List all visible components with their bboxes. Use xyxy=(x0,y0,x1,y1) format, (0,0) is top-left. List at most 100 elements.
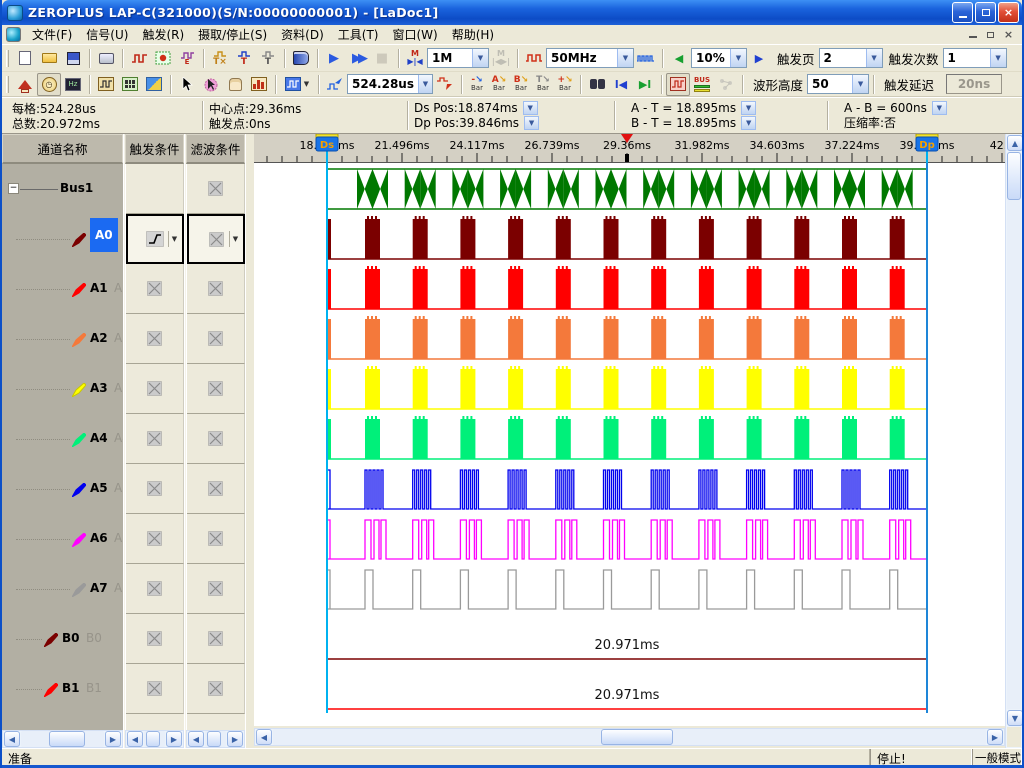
find-button[interactable] xyxy=(585,73,609,96)
channel-row-A2[interactable]: A2A2 xyxy=(2,314,123,364)
tree-collapse-icon[interactable]: − xyxy=(8,183,19,194)
single-acquisition-button[interactable]: ▶ xyxy=(322,47,346,70)
trigger-column-scrollbar[interactable]: ◀ ▶ xyxy=(125,730,184,748)
trigger-mark-button[interactable]: T× xyxy=(208,47,232,70)
channel-label[interactable]: B1 xyxy=(62,681,80,695)
mdi-restore-button[interactable] xyxy=(983,28,998,41)
next-transition-button[interactable]: ▶l xyxy=(633,73,657,96)
ds-pos-dropdown[interactable]: ▼ xyxy=(523,101,538,115)
goto-b-bar-button[interactable]: B↘Bar xyxy=(510,73,532,95)
trigger-cell-Bus1[interactable] xyxy=(126,164,184,214)
scrollbar-thumb[interactable] xyxy=(1007,152,1021,200)
mdi-close-button[interactable]: × xyxy=(1001,28,1016,41)
menu-item-7[interactable]: 帮助(H) xyxy=(445,24,501,45)
trigger-position-combo[interactable]: 10%▼ xyxy=(691,48,747,68)
node-view-button[interactable] xyxy=(714,73,738,96)
scrollbar-thumb[interactable] xyxy=(207,731,221,747)
bar-measure-button[interactable] xyxy=(247,73,271,96)
menu-item-4[interactable]: 资料(D) xyxy=(274,24,331,45)
listing-window-button[interactable] xyxy=(118,73,142,96)
scroll-up-icon[interactable]: ▲ xyxy=(1007,135,1022,151)
channel-row-A5[interactable]: A5A5 xyxy=(2,464,123,514)
waveform-vscrollbar[interactable]: ▲ ▼ xyxy=(1005,134,1022,748)
scroll-left-icon[interactable]: ◀ xyxy=(127,731,143,747)
zoom-mode-dropdown[interactable]: ▼ xyxy=(280,73,314,96)
trigger-pos-left-button[interactable]: ◀ xyxy=(667,47,691,70)
zoom-out-wave-button[interactable] xyxy=(433,73,457,96)
filter-cell-A0[interactable]: ▼ xyxy=(187,214,245,264)
mdi-minimize-button[interactable] xyxy=(965,28,980,41)
print-button[interactable] xyxy=(94,47,118,70)
channel-label[interactable]: A0 xyxy=(90,218,118,252)
navigator-button[interactable] xyxy=(142,73,166,96)
filter-cell-Bus1[interactable] xyxy=(187,164,245,214)
scroll-right-icon[interactable]: ▶ xyxy=(166,731,182,747)
filter-cell-B1[interactable] xyxy=(187,664,245,714)
memory-next-button[interactable]: M|◀▶| xyxy=(489,47,513,70)
timing-mode-button[interactable] xyxy=(666,73,690,96)
channel-label[interactable]: A7 xyxy=(90,581,108,595)
trigger-cell-A6[interactable] xyxy=(126,514,184,564)
filter-cell-A3[interactable] xyxy=(187,364,245,414)
bus-mode-button[interactable]: BUS xyxy=(690,73,714,96)
trigger-cell-A3[interactable] xyxy=(126,364,184,414)
channel-row-A0[interactable]: A0A0 xyxy=(2,214,123,264)
goto-a-bar-button[interactable]: A↘Bar xyxy=(488,73,510,95)
filter-cell-A6[interactable] xyxy=(187,514,245,564)
trigger-cell-B1[interactable] xyxy=(126,664,184,714)
frequency-view-button[interactable]: Hz xyxy=(61,73,85,96)
channel-row-B0[interactable]: B0B0 xyxy=(2,614,123,664)
trigger-cell-A7[interactable] xyxy=(126,564,184,614)
filter-cell-A7[interactable] xyxy=(187,564,245,614)
bus-analyzer-button[interactable] xyxy=(289,47,313,70)
channel-row-A4[interactable]: A4A4 xyxy=(2,414,123,464)
menu-item-1[interactable]: 信号(U) xyxy=(79,24,135,45)
trigger-cell-B0[interactable] xyxy=(126,614,184,664)
home-button[interactable] xyxy=(13,73,37,96)
wave-height-combo[interactable]: 50▼ xyxy=(807,74,869,94)
scroll-right-icon[interactable]: ▶ xyxy=(987,729,1003,745)
channel-label[interactable]: A4 xyxy=(90,431,108,445)
time-div-combo[interactable]: 524.28us▼ xyxy=(347,74,433,94)
channel-label[interactable]: A2 xyxy=(90,331,108,345)
trigger-cell-A4[interactable] xyxy=(126,414,184,464)
channel-label[interactable]: A3 xyxy=(90,381,108,395)
channel-row-A1[interactable]: A1A1 xyxy=(2,264,123,314)
open-file-button[interactable] xyxy=(37,47,61,70)
trigger-cell-A0[interactable]: ▼ xyxy=(126,214,184,264)
minimize-button[interactable] xyxy=(952,2,973,23)
channel-row-Bus1[interactable]: −Bus1 xyxy=(2,164,123,214)
scroll-down-icon[interactable]: ▼ xyxy=(1007,710,1022,726)
a-b-dropdown[interactable]: ▼ xyxy=(932,101,947,115)
note-cursor-button[interactable] xyxy=(199,73,223,96)
waveform-window-button[interactable] xyxy=(94,73,118,96)
channel-row-A7[interactable]: A7A7 xyxy=(2,564,123,614)
clock-view-button[interactable]: ◷ xyxy=(37,73,61,96)
menu-item-2[interactable]: 触发(R) xyxy=(135,24,191,45)
memory-depth-combo[interactable]: 1M▼ xyxy=(427,48,489,68)
rate-down-button[interactable] xyxy=(522,47,546,70)
bus-edit-button[interactable]: E xyxy=(175,47,199,70)
trigger-pos-right-button[interactable]: ▶ xyxy=(747,47,771,70)
dp-pos-dropdown[interactable]: ▼ xyxy=(524,116,539,130)
new-file-button[interactable] xyxy=(13,47,37,70)
channel-label[interactable]: B0 xyxy=(62,631,80,645)
channel-setup-button[interactable] xyxy=(151,47,175,70)
trigger-count-combo[interactable]: 1▼ xyxy=(943,48,1007,68)
prev-transition-button[interactable]: l◀ xyxy=(609,73,633,96)
save-button[interactable] xyxy=(61,47,85,70)
select-cursor-button[interactable] xyxy=(175,73,199,96)
trigger-cell-A1[interactable] xyxy=(126,264,184,314)
waveform-hscrollbar[interactable]: ◀ ▶ xyxy=(254,728,1005,746)
channel-column-scrollbar[interactable]: ◀ ▶ xyxy=(2,730,123,748)
b-t-dropdown[interactable]: ▼ xyxy=(741,116,756,130)
trigger-page-combo[interactable]: 2▼ xyxy=(819,48,883,68)
sampling-setup-button[interactable] xyxy=(127,47,151,70)
filter-cell-B0[interactable] xyxy=(187,614,245,664)
chevron-down-icon[interactable]: ▼ xyxy=(229,231,241,247)
scrollbar-thumb[interactable] xyxy=(49,731,85,747)
channel-label[interactable]: A5 xyxy=(90,481,108,495)
chevron-down-icon[interactable]: ▼ xyxy=(168,231,180,247)
add-bar-button[interactable]: +↘Bar xyxy=(554,73,576,95)
scrollbar-thumb[interactable] xyxy=(146,731,160,747)
